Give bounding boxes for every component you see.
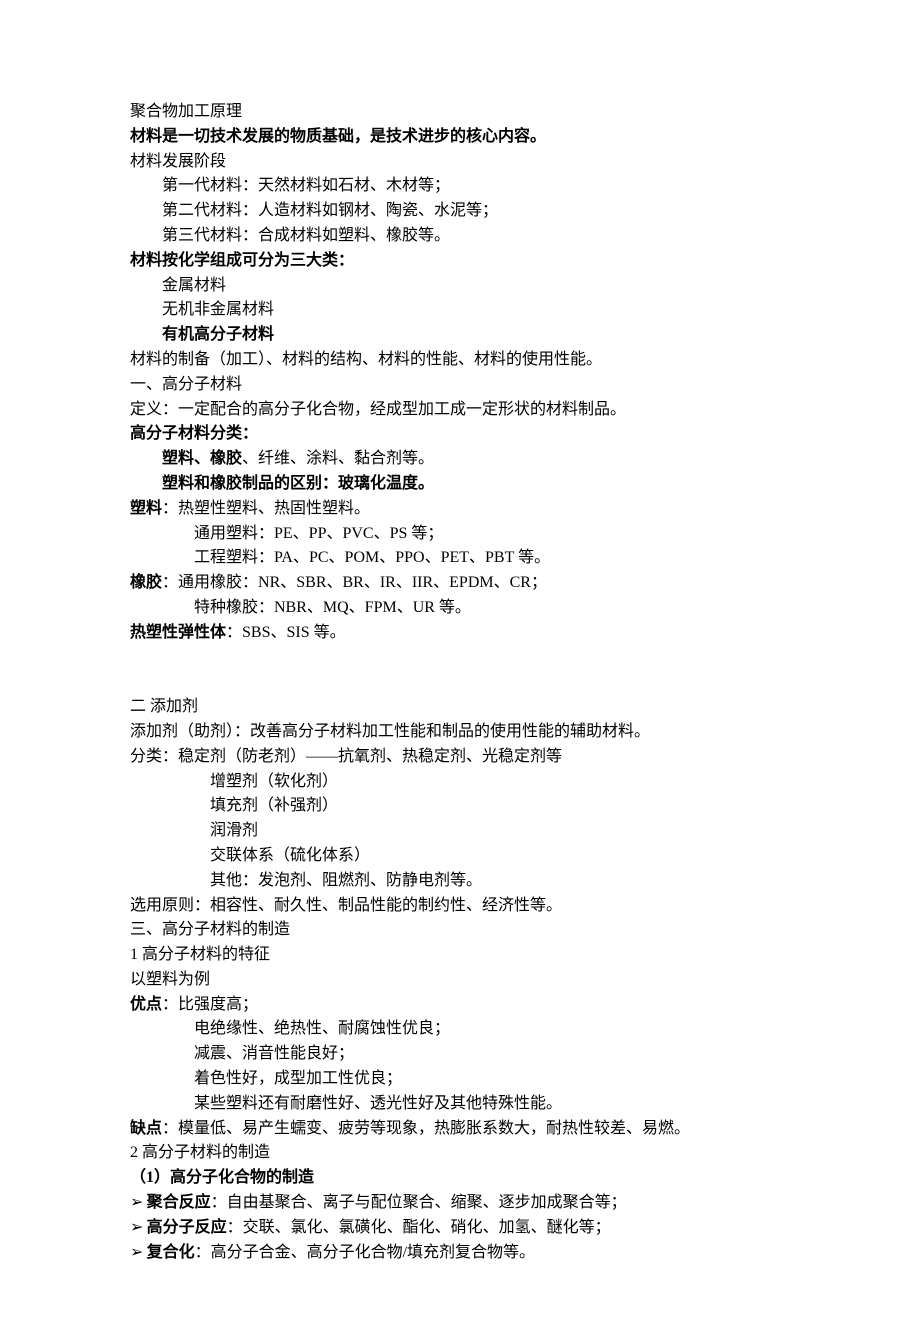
advantages-line: 优点：比强度高；	[130, 993, 790, 1018]
advantage-item-3: 着色性好，成型加工性优良；	[130, 1067, 790, 1092]
advantage-item-1: 电绝缘性、绝热性、耐腐蚀性优良；	[130, 1017, 790, 1042]
section-3-2: 2 高分子材料的制造	[130, 1141, 790, 1166]
rubber-sub-1: 特种橡胶：NBR、MQ、FPM、UR 等。	[130, 596, 790, 621]
category-2: 无机非金属材料	[130, 298, 790, 323]
disadvantages-line: 缺点：模量低、易产生蠕变、疲劳等现象，热膨胀系数大，耐热性较差、易燃。	[130, 1117, 790, 1142]
heading-1: 材料是一切技术发展的物质基础，是技术进步的核心内容。	[130, 125, 790, 150]
elastomer-label: 热塑性弹性体	[130, 624, 226, 641]
selection-rule: 选用原则：相容性、耐久性、制品性能的制约性、经济性等。	[130, 894, 790, 919]
advantages-label: 优点	[130, 996, 162, 1013]
manufacture-bold-2: 高分子反应	[147, 1219, 227, 1236]
manufacture-bold-1: 聚合反应	[147, 1194, 211, 1211]
additive-item-2: 填充剂（补强剂）	[130, 794, 790, 819]
plastic-sub-1: 通用塑料：PE、PP、PVC、PS 等；	[130, 522, 790, 547]
plastic-sub-2: 工程塑料：PA、PC、POM、PPO、PET、PBT 等。	[130, 546, 790, 571]
additive-item-5: 其他：发泡剂、阻燃剂、防静电剂等。	[130, 869, 790, 894]
advantage-item-2: 减震、消音性能良好；	[130, 1042, 790, 1067]
dev-stage-1: 第一代材料：天然材料如石材、木材等；	[130, 174, 790, 199]
plastic-rest: ：热塑性塑料、热固性塑料。	[162, 500, 370, 517]
classification-label: 高分子材料分类：	[130, 422, 790, 447]
classification-line-2: 塑料和橡胶制品的区别：玻璃化温度。	[130, 472, 790, 497]
section-3-1: 1 高分子材料的特征	[130, 943, 790, 968]
plastic-line: 塑料：热塑性塑料、热固性塑料。	[130, 497, 790, 522]
additive-class-label: 分类：稳定剂（防老剂）——抗氧剂、热稳定剂、光稳定剂等	[130, 745, 790, 770]
section-3-title: 三、高分子材料的制造	[130, 918, 790, 943]
section-1-title: 一、高分子材料	[130, 373, 790, 398]
rubber-line: 橡胶：通用橡胶：NR、SBR、BR、IR、IIR、EPDM、CR；	[130, 571, 790, 596]
advantage-item-4: 某些塑料还有耐磨性好、透光性好及其他特殊性能。	[130, 1092, 790, 1117]
section-gap	[130, 646, 790, 671]
section-2-title: 二 添加剂	[130, 695, 790, 720]
manufacture-rest-1: ：自由基聚合、离子与配位聚合、缩聚、逐步加成聚合等；	[211, 1194, 627, 1211]
section-gap	[130, 670, 790, 695]
additive-item-4: 交联体系（硫化体系）	[130, 844, 790, 869]
category-3: 有机高分子材料	[130, 323, 790, 348]
advantages-first: ：比强度高；	[162, 996, 258, 1013]
section-3-2-1: （1）高分子化合物的制造	[130, 1166, 790, 1191]
classification-line-1: 塑料、橡胶、纤维、涂料、黏合剂等。	[130, 447, 790, 472]
title: 聚合物加工原理	[130, 100, 790, 125]
section-1-def: 定义：一定配合的高分子化合物，经成型加工成一定形状的材料制品。	[130, 398, 790, 423]
elastomer-rest: ：SBS、SIS 等。	[226, 624, 346, 641]
section-2-def: 添加剂（助剂）：改善高分子材料加工性能和制品的使用性能的辅助材料。	[130, 720, 790, 745]
manufacture-item-2: 高分子反应：交联、氯化、氯磺化、酯化、硝化、加氢、醚化等；	[130, 1216, 790, 1241]
rubber-rest: ：通用橡胶：NR、SBR、BR、IR、IIR、EPDM、CR；	[162, 574, 547, 591]
dev-stage-2: 第二代材料：人造材料如钢材、陶瓷、水泥等；	[130, 199, 790, 224]
additive-item-3: 润滑剂	[130, 819, 790, 844]
disadvantages-rest: ：模量低、易产生蠕变、疲劳等现象，热膨胀系数大，耐热性较差、易燃。	[162, 1120, 690, 1137]
classification-rest: 、纤维、涂料、黏合剂等。	[242, 450, 434, 467]
manufacture-rest-3: ：高分子合金、高分子化合物/填充剂复合物等。	[195, 1244, 535, 1261]
manufacture-item-1: 聚合反应：自由基聚合、离子与配位聚合、缩聚、逐步加成聚合等；	[130, 1191, 790, 1216]
category-1: 金属材料	[130, 274, 790, 299]
manufacture-item-3: 复合化：高分子合金、高分子化合物/填充剂复合物等。	[130, 1241, 790, 1266]
rubber-label: 橡胶	[130, 574, 162, 591]
dev-stage-3: 第三代材料：合成材料如塑料、橡胶等。	[130, 224, 790, 249]
additive-item-1: 增塑剂（软化剂）	[130, 770, 790, 795]
section-3-1-note: 以塑料为例	[130, 968, 790, 993]
aspects-line: 材料的制备（加工）、材料的结构、材料的性能、材料的使用性能。	[130, 348, 790, 373]
manufacture-bold-3: 复合化	[147, 1244, 195, 1261]
classification-bold: 塑料、橡胶	[162, 450, 242, 467]
manufacture-rest-2: ：交联、氯化、氯磺化、酯化、硝化、加氢、醚化等；	[227, 1219, 611, 1236]
plastic-label: 塑料	[130, 500, 162, 517]
category-heading: 材料按化学组成可分为三大类：	[130, 249, 790, 274]
dev-stage-label: 材料发展阶段	[130, 150, 790, 175]
disadvantages-label: 缺点	[130, 1120, 162, 1137]
elastomer-line: 热塑性弹性体：SBS、SIS 等。	[130, 621, 790, 646]
